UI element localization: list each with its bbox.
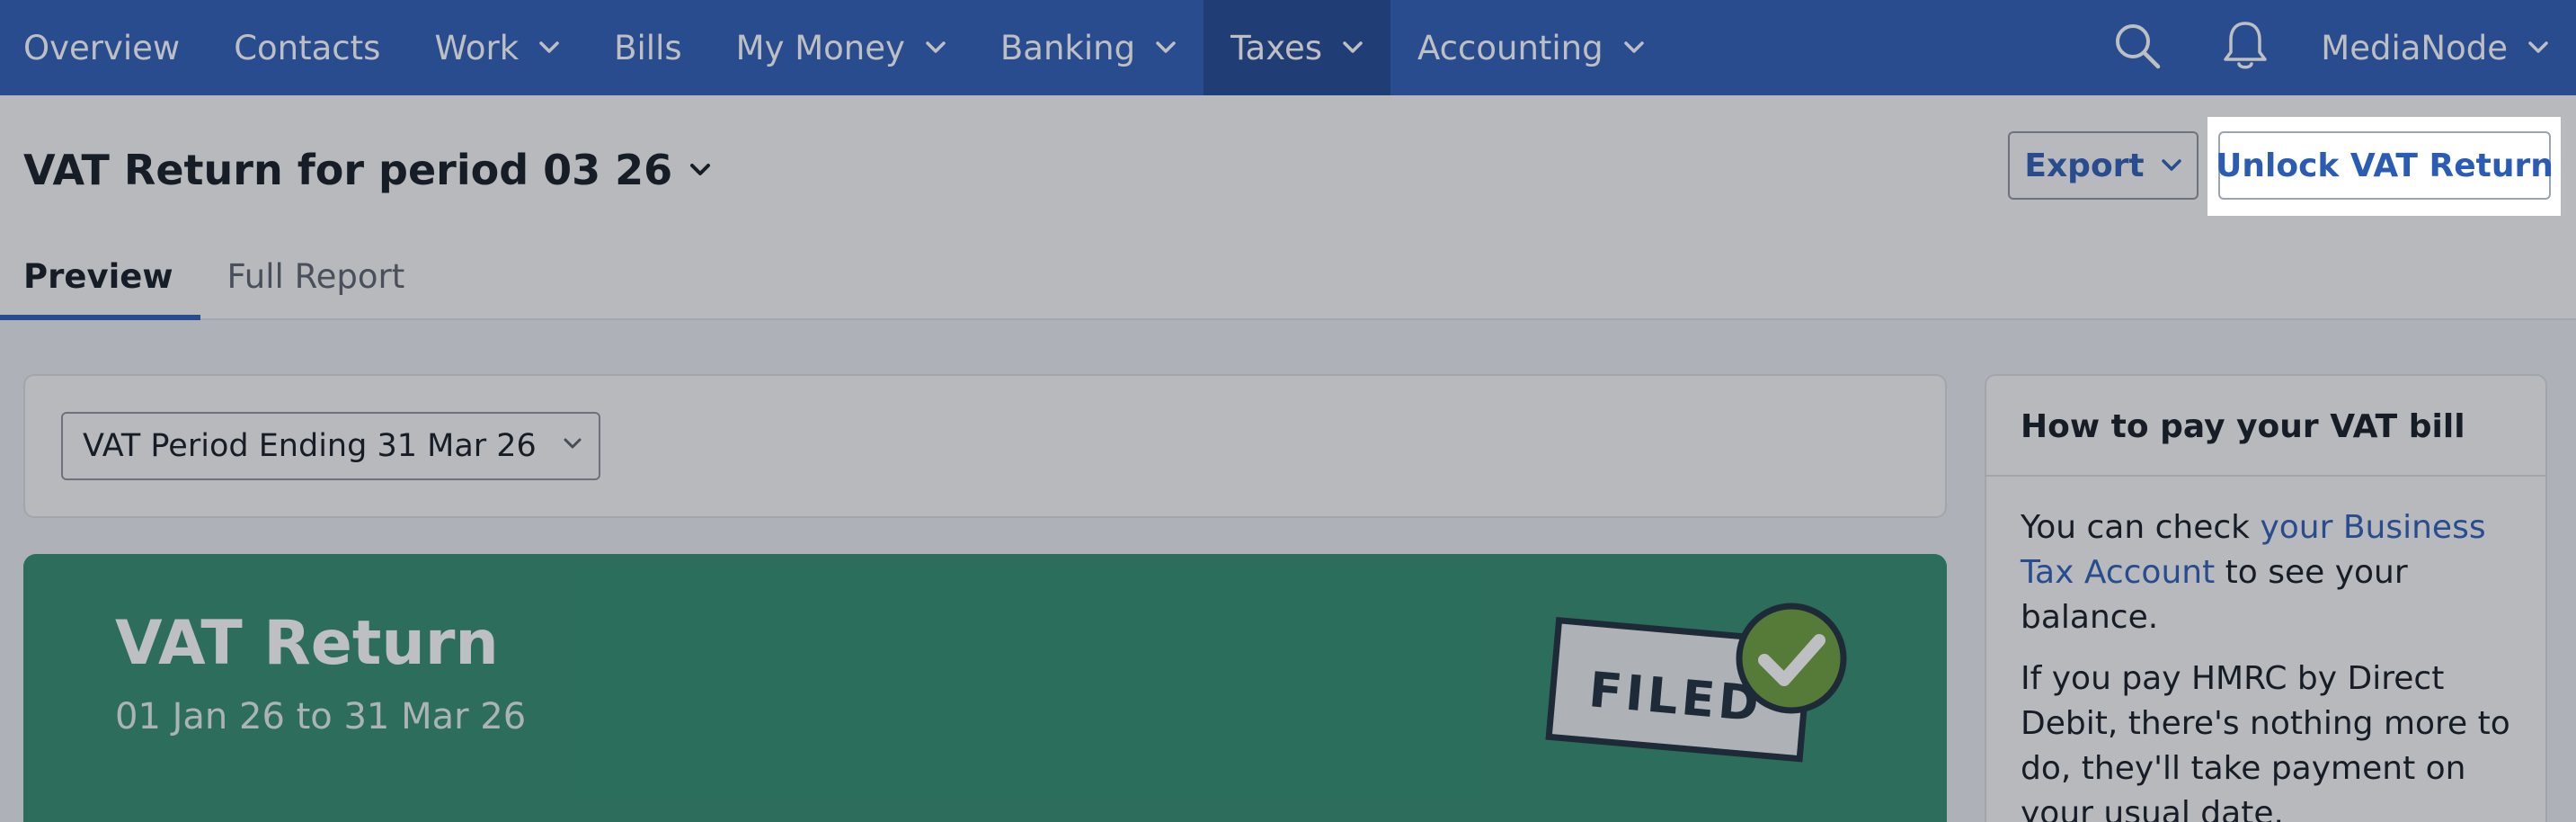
top-navigation-bar: Overview Contacts Work Bills My Money Ba… [0, 0, 2576, 95]
nav-item-label: Accounting [1417, 28, 1603, 67]
search-icon [2112, 21, 2163, 75]
page-title-text: VAT Return for period 03 26 [23, 146, 673, 194]
filed-stamp-icon: FILED [1545, 603, 1847, 763]
nav-item-banking[interactable]: Banking [973, 0, 1204, 95]
balance-text-before: You can check [2021, 509, 2261, 546]
nav-item-overview[interactable]: Overview [0, 0, 207, 95]
report-tabs: Preview Full Report [0, 246, 431, 320]
balance-paragraph: You can check your Business Tax Account … [2021, 505, 2511, 640]
chevron-down-icon [925, 40, 946, 55]
unlock-button-label: Unlock VAT Return [2216, 147, 2554, 184]
nav-item-label: Overview [23, 28, 181, 67]
vat-return-summary-card: VAT Return 01 Jan 26 to 31 Mar 26 FILED [23, 554, 1947, 822]
page-title[interactable]: VAT Return for period 03 26 [23, 146, 712, 194]
chevron-down-icon [1155, 40, 1177, 55]
tab-label: Full Report [227, 257, 405, 296]
chevron-down-icon [1342, 40, 1364, 55]
export-button-label: Export [2024, 147, 2145, 184]
vat-period-select[interactable]: VAT Period Ending 31 Mar 26 [61, 412, 600, 480]
vat-period-select-value: VAT Period Ending 31 Mar 26 [83, 428, 537, 464]
export-button[interactable]: Export [2008, 131, 2198, 200]
chevron-down-icon [538, 40, 560, 55]
nav-item-label: Contacts [234, 28, 381, 67]
unlock-vat-return-button[interactable]: Unlock VAT Return [2216, 131, 2554, 200]
chevron-down-icon [1623, 40, 1645, 55]
tab-full-report[interactable]: Full Report [200, 246, 432, 320]
bell-icon [2222, 20, 2269, 76]
direct-debit-paragraph: If you pay HMRC by Direct Debit, there's… [2021, 660, 2510, 822]
how-to-pay-body: You can check your Business Tax Account … [1986, 477, 2545, 822]
nav-item-accounting[interactable]: Accounting [1390, 0, 1672, 95]
how-to-pay-card: How to pay your VAT bill You can check y… [1985, 374, 2547, 822]
nav-item-my-money[interactable]: My Money [709, 0, 973, 95]
tab-label: Preview [23, 257, 173, 296]
how-to-pay-heading: How to pay your VAT bill [1986, 376, 2545, 477]
organisation-menu[interactable]: MediaNode [2299, 0, 2576, 95]
period-selector-card: VAT Period Ending 31 Mar 26 [23, 374, 1947, 518]
nav-item-work[interactable]: Work [407, 0, 587, 95]
page-header: VAT Return for period 03 26 Export Previ… [0, 95, 2576, 320]
chevron-down-icon [688, 162, 712, 178]
vat-return-title: VAT Return [115, 608, 499, 679]
unlock-highlight: Unlock VAT Return [2207, 117, 2561, 216]
nav-right-group: MediaNode [2083, 0, 2576, 95]
chevron-down-icon [2161, 158, 2182, 173]
nav-item-label: Banking [999, 28, 1136, 67]
nav-item-bills[interactable]: Bills [587, 0, 709, 95]
notifications-button[interactable] [2191, 0, 2299, 95]
nav-item-label: Work [434, 28, 520, 67]
tab-preview[interactable]: Preview [0, 246, 200, 320]
nav-item-taxes[interactable]: Taxes [1204, 0, 1391, 95]
chevron-down-icon [2527, 40, 2549, 55]
nav-item-label: My Money [735, 28, 905, 67]
nav-item-label: Taxes [1230, 28, 1323, 67]
vat-return-date-range: 01 Jan 26 to 31 Mar 26 [115, 696, 527, 737]
nav-item-contacts[interactable]: Contacts [207, 0, 407, 95]
nav-item-label: Bills [614, 28, 682, 67]
chevron-down-icon [563, 437, 582, 450]
search-button[interactable] [2083, 0, 2191, 95]
organisation-name: MediaNode [2321, 28, 2508, 67]
